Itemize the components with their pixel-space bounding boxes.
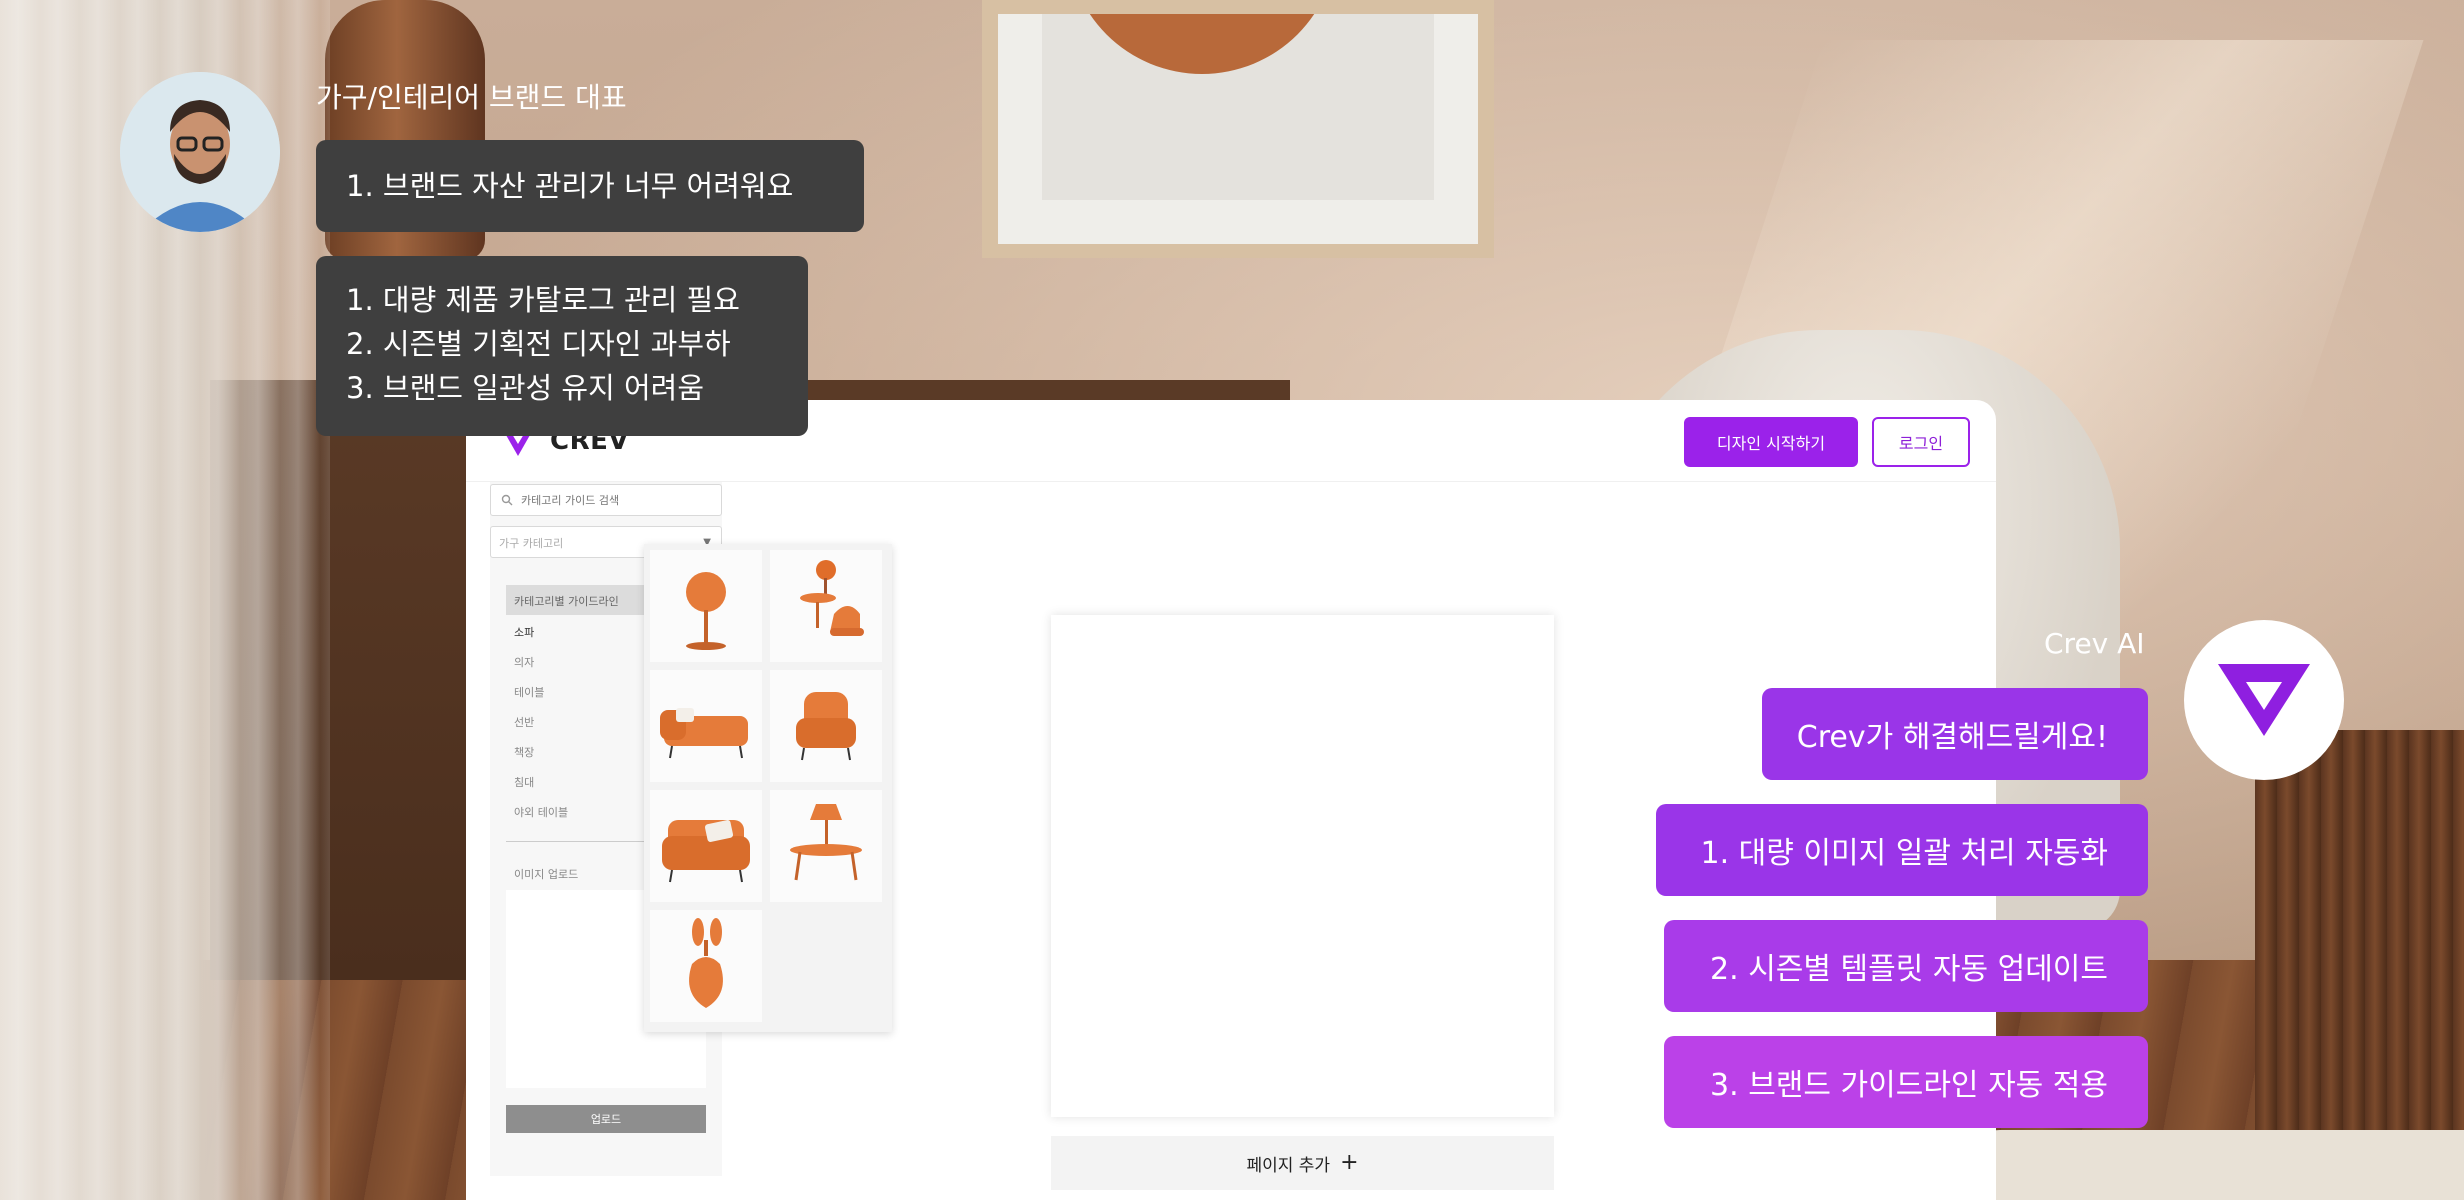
thumb-side-table-with-chair[interactable] (770, 550, 882, 662)
user-message-1: 1. 브랜드 자산 관리가 너무 어려워요 (316, 140, 864, 232)
thumb-armchair[interactable] (770, 670, 882, 782)
thumb-loveseat[interactable] (650, 790, 762, 902)
thumb-lamp-table[interactable] (770, 790, 882, 902)
ai-avatar (2184, 620, 2344, 780)
upload-button[interactable]: 업로드 (506, 1105, 706, 1133)
sofa-image (660, 708, 748, 759)
user-message-2-line: 3. 브랜드 일관성 유지 어려움 (346, 371, 705, 405)
search-icon (501, 494, 513, 506)
rug (1960, 1130, 2464, 1200)
ai-message-solution-1: 1. 대량 이미지 일괄 처리 자동화 (1656, 804, 2148, 896)
user-avatar (120, 72, 280, 232)
thumb-sofa[interactable] (650, 670, 762, 782)
ai-message-solution-3: 3. 브랜드 가이드라인 자동 적용 (1664, 1036, 2148, 1128)
crev-logo-icon (2218, 664, 2310, 736)
category-search[interactable] (490, 484, 722, 516)
vase-image (689, 918, 723, 1008)
user-message-2-line: 2. 시즌별 기획전 디자인 과부하 (346, 327, 731, 361)
plus-icon: + (1340, 1150, 1359, 1175)
user-label: 가구/인테리어 브랜드 대표 (316, 81, 627, 114)
user-message-2: 1. 대량 제품 카탈로그 관리 필요 2. 시즌별 기획전 디자인 과부하 3… (316, 256, 808, 436)
wall-art-frame (982, 0, 1494, 258)
ai-label: Crev AI (2044, 627, 2145, 660)
thumb-round-mirror[interactable] (650, 550, 762, 662)
loveseat-image (662, 820, 750, 883)
image-picker-popup (644, 544, 892, 1032)
search-input[interactable] (521, 493, 711, 507)
side-table-chair-image (800, 560, 864, 636)
lamp-table-image (790, 804, 862, 881)
upload-label: 이미지 업로드 (514, 868, 579, 881)
person-avatar-icon (120, 72, 280, 232)
ai-message-intro: Crev가 해결해드릴게요! (1762, 688, 2148, 780)
thumb-vase[interactable] (650, 910, 762, 1022)
armchair-image (796, 692, 856, 761)
start-design-button[interactable]: 디자인 시작하기 (1684, 417, 1858, 467)
design-canvas[interactable] (1051, 615, 1554, 1117)
login-button[interactable]: 로그인 (1872, 417, 1970, 467)
wood-stump-table (2255, 730, 2464, 1150)
round-mirror-image (686, 572, 726, 650)
ai-message-solution-2: 2. 시즌별 템플릿 자동 업데이트 (1664, 920, 2148, 1012)
category-select-value: 가구 카테고리 (499, 537, 564, 550)
add-page-button[interactable]: 페이지 추가 + (1051, 1136, 1554, 1190)
user-message-2-line: 1. 대량 제품 카탈로그 관리 필요 (346, 283, 740, 317)
add-page-label: 페이지 추가 (1246, 1155, 1331, 1176)
